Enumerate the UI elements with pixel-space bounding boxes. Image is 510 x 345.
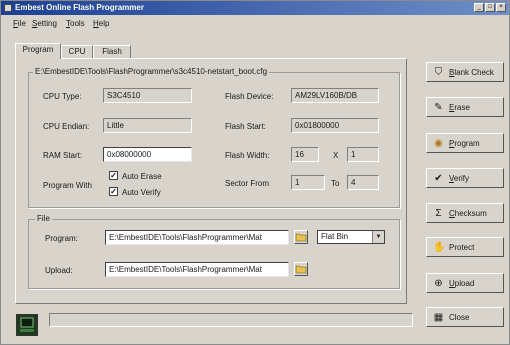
auto-verify-label: Auto Verify <box>122 188 161 197</box>
flash-start-label: Flash Start: <box>225 122 266 131</box>
format-selected-value: Flat Bin <box>321 232 349 241</box>
chevron-down-icon: ▼ <box>372 231 384 243</box>
sector-from-label: Sector From <box>225 179 270 188</box>
menu-tools[interactable]: Tools <box>66 19 85 28</box>
flash-start-value: 0x01800000 <box>291 118 379 133</box>
tab-flash[interactable]: Flash <box>93 45 131 58</box>
protect-button[interactable]: ✋ Protect <box>426 237 504 257</box>
auto-erase-label: Auto Erase <box>122 172 162 181</box>
window-title: Embest Online Flash Programmer <box>15 3 144 12</box>
folder-icon <box>295 233 307 242</box>
sigma-icon: Σ <box>435 208 442 219</box>
flash-device-label: Flash Device: <box>225 92 274 101</box>
upload-button[interactable]: ⊕ Upload <box>426 273 504 293</box>
shield-icon: ⛉ <box>434 67 443 78</box>
program-panel: E:\EmbestIDE\Tools\FlashProgrammer\s3c45… <box>15 58 407 304</box>
flash-width-count: 1 <box>347 147 379 162</box>
sector-to-label: To <box>331 179 340 188</box>
pencil-icon: ✎ <box>434 102 443 113</box>
maximize-button[interactable]: □ <box>485 3 495 12</box>
auto-erase-checkbox[interactable]: ✓ <box>109 171 118 180</box>
app-window: Embest Online Flash Programmer _ □ × Fil… <box>0 0 510 345</box>
close-icon: ▦ <box>433 312 444 323</box>
upload-browse-button[interactable] <box>294 262 308 276</box>
sector-to-value: 4 <box>347 175 379 190</box>
progress-status-bar <box>49 313 413 327</box>
auto-verify-checkbox[interactable]: ✓ <box>109 187 118 196</box>
minimize-button[interactable]: _ <box>474 3 484 12</box>
sector-from-value: 1 <box>291 175 325 190</box>
verify-button[interactable]: ✔ Verify <box>426 168 504 188</box>
check-icon: ✔ <box>434 173 443 184</box>
menu-help[interactable]: Help <box>93 19 109 28</box>
connection-status-icon <box>16 314 38 336</box>
tab-cpu[interactable]: CPU <box>61 45 93 58</box>
program-file-label: Program: <box>45 234 78 243</box>
upload-file-input[interactable]: E:\EmbestIDE\Tools\FlashProgrammer\Mat <box>105 262 289 277</box>
blank-check-button[interactable]: ⛉ Blank Check <box>426 62 504 82</box>
config-path: E:\EmbestIDE\Tools\FlashProgrammer\s3c45… <box>33 67 270 76</box>
tab-program[interactable]: Program <box>15 43 61 59</box>
cpu-type-label: CPU Type: <box>43 92 82 101</box>
format-select[interactable]: Flat Bin ▼ <box>317 230 385 244</box>
menu-setting[interactable]: Setting <box>32 19 57 28</box>
cpu-endian-label: CPU Endian: <box>43 122 90 131</box>
flash-device-value: AM29LV160B/DB <box>291 88 379 103</box>
app-icon <box>4 4 12 12</box>
program-with-label: Program With <box>43 181 92 190</box>
program-browse-button[interactable] <box>294 230 308 244</box>
checksum-button[interactable]: Σ Checksum <box>426 203 504 223</box>
config-group: E:\EmbestIDE\Tools\FlashProgrammer\s3c45… <box>28 67 400 208</box>
ram-start-label: RAM Start: <box>43 151 83 160</box>
file-group: File Program: E:\EmbestIDE\Tools\FlashPr… <box>28 214 400 289</box>
cpu-type-value: S3C4510 <box>103 88 192 103</box>
file-group-legend: File <box>35 214 52 223</box>
flash-width-label: Flash Width: <box>225 151 270 160</box>
flash-width-value: 16 <box>291 147 319 162</box>
folder-icon <box>295 265 307 274</box>
board-icon <box>20 317 34 332</box>
cpu-endian-value: Little <box>103 118 192 133</box>
erase-button[interactable]: ✎ Erase <box>426 97 504 117</box>
title-bar[interactable]: Embest Online Flash Programmer _ □ × <box>1 1 509 15</box>
menu-bar: File Setting Tools Help <box>1 17 509 30</box>
program-icon: ◉ <box>434 138 443 149</box>
ram-start-input[interactable]: 0x08000000 <box>103 147 192 162</box>
program-button[interactable]: ◉ Program <box>426 133 504 153</box>
close-window-button[interactable]: × <box>496 3 506 12</box>
close-button[interactable]: ▦ Close <box>426 307 504 327</box>
menu-file[interactable]: File <box>13 19 26 28</box>
program-file-input[interactable]: E:\EmbestIDE\Tools\FlashProgrammer\Mat <box>105 230 289 245</box>
upload-file-label: Upload: <box>45 266 73 275</box>
protect-icon: ✋ <box>433 242 446 253</box>
flash-width-x-label: X <box>333 151 339 160</box>
upload-icon: ⊕ <box>434 278 443 289</box>
